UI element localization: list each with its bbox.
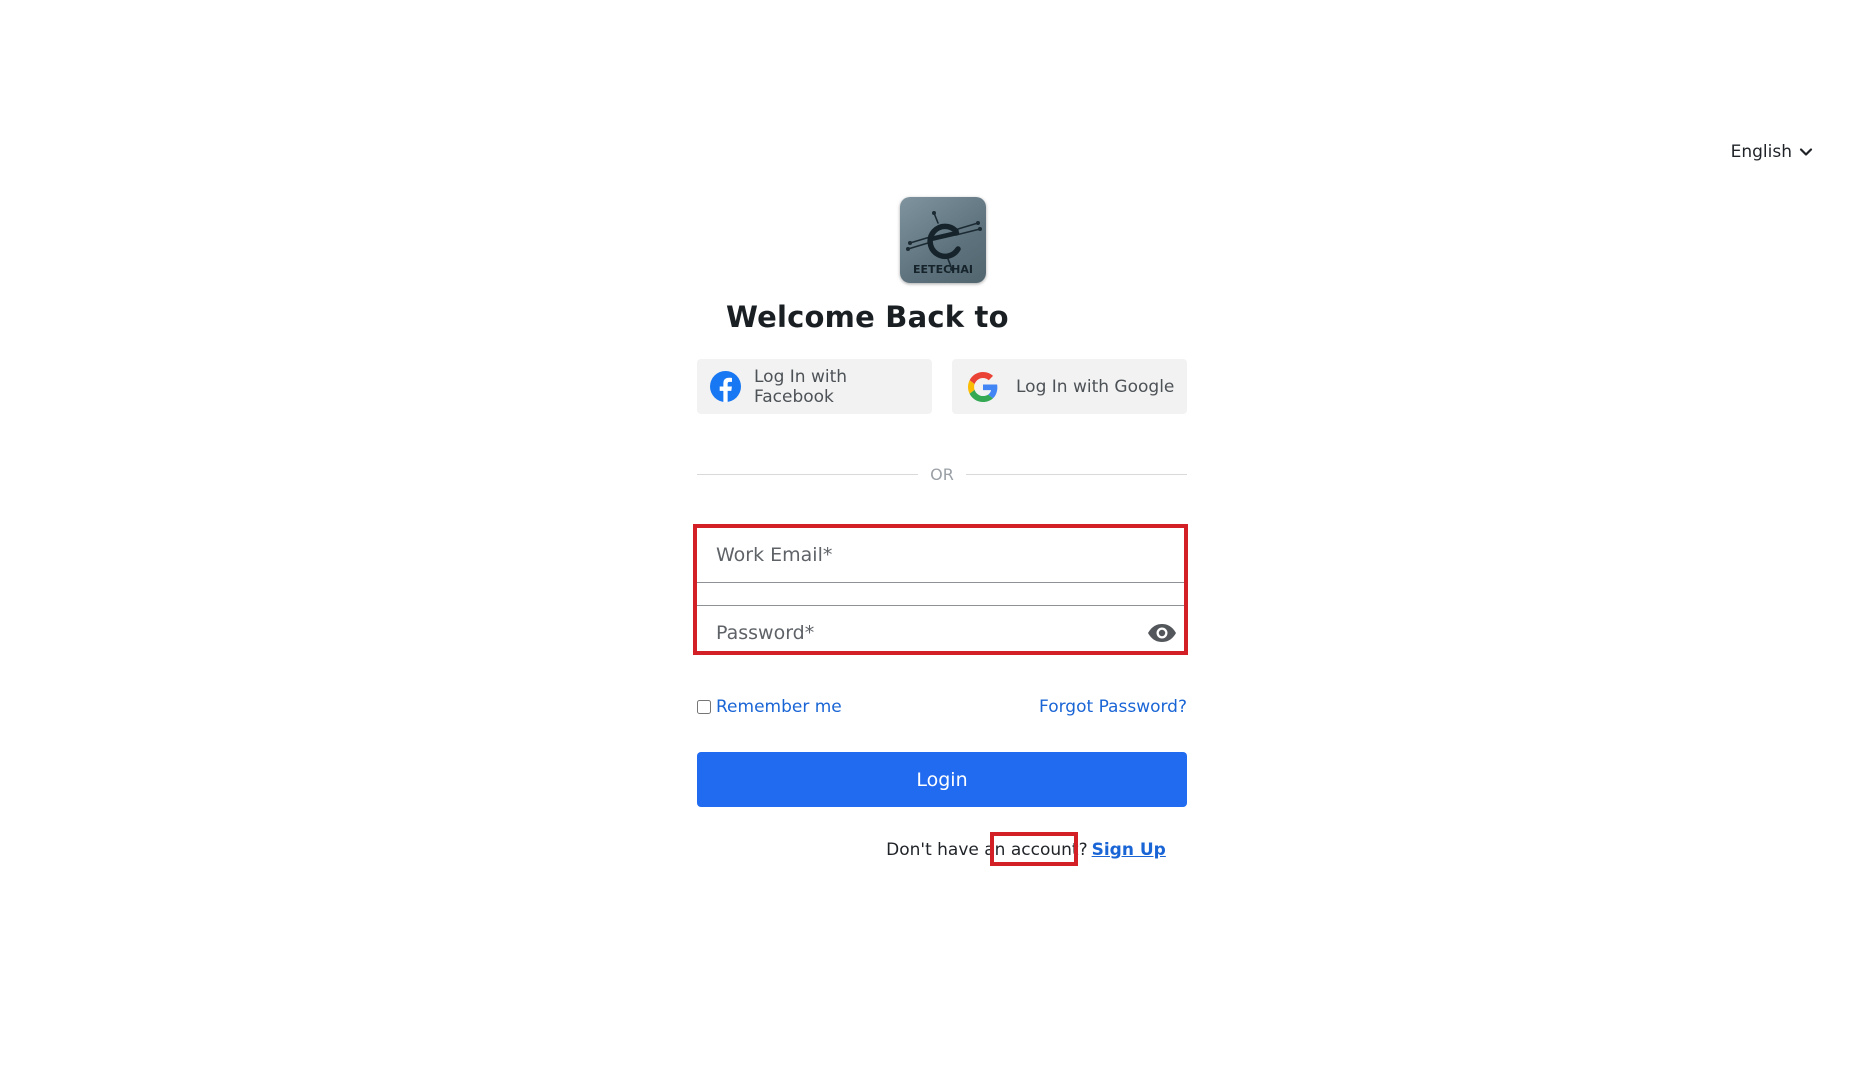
- google-login-label: Log In with Google: [1016, 376, 1175, 397]
- facebook-icon: [710, 371, 741, 402]
- divider-line: [697, 473, 919, 475]
- remember-me-label: Remember me: [716, 697, 842, 717]
- remember-me[interactable]: Remember me: [697, 697, 842, 717]
- signup-link[interactable]: Sign Up: [1092, 840, 1166, 860]
- language-selector[interactable]: English: [1731, 142, 1814, 162]
- signup-prompt: Don't have an account? Sign Up: [0, 840, 1866, 860]
- login-button[interactable]: Login: [697, 752, 1187, 807]
- chevron-down-icon: [1799, 148, 1813, 156]
- google-icon: [968, 371, 998, 402]
- login-page: English EETECHAI Welcome Back to Log In …: [0, 0, 1866, 1080]
- password-field-wrapper: [697, 605, 1187, 660]
- email-field-wrapper: [697, 527, 1187, 583]
- logo-text: EETECHAI: [913, 263, 973, 276]
- email-input[interactable]: [697, 527, 1187, 582]
- app-logo: EETECHAI: [900, 197, 986, 283]
- page-title: Welcome Back to: [726, 300, 1009, 334]
- or-divider: OR: [697, 463, 1187, 485]
- forgot-password-link[interactable]: Forgot Password?: [1039, 697, 1187, 717]
- eye-icon[interactable]: [1147, 623, 1177, 643]
- facebook-login-label: Log In with Facebook: [754, 366, 848, 407]
- signup-wrapper: Don't have an account? Sign Up: [886, 840, 1166, 860]
- remember-me-checkbox[interactable]: [697, 700, 711, 714]
- divider-line: [965, 473, 1187, 475]
- password-input[interactable]: [697, 606, 1187, 660]
- field-spacer: [697, 583, 1187, 605]
- language-label: English: [1730, 142, 1792, 162]
- credentials-group: [697, 527, 1187, 660]
- divider-label: OR: [930, 464, 954, 484]
- google-login-button[interactable]: Log In with Google: [952, 359, 1187, 414]
- signup-prompt-text: Don't have an account?: [886, 840, 1088, 860]
- facebook-login-button[interactable]: Log In with Facebook: [697, 359, 932, 414]
- remember-forgot-row: Remember me Forgot Password?: [697, 697, 1187, 717]
